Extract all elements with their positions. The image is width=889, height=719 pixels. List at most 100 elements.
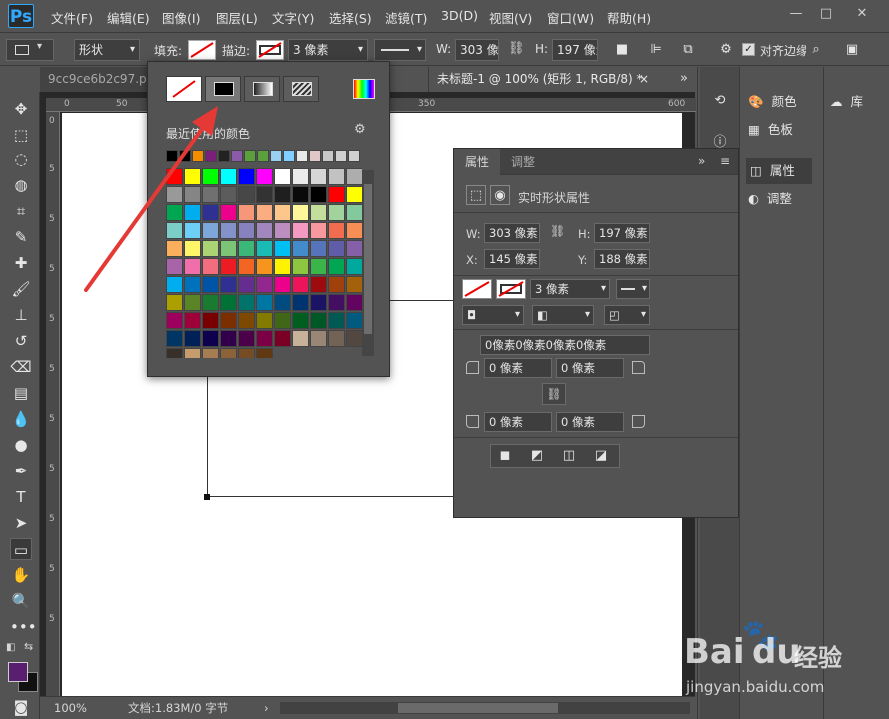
menu-file[interactable]: 文件(F) bbox=[51, 8, 93, 27]
stroke-style-select[interactable]: ▾ bbox=[616, 279, 650, 299]
shape-width-input[interactable]: 303 像素 bbox=[484, 223, 540, 243]
color-swatch[interactable] bbox=[310, 240, 327, 257]
color-swatch[interactable] bbox=[310, 168, 327, 185]
color-swatch[interactable] bbox=[166, 330, 183, 347]
recent-color-swatch[interactable] bbox=[257, 150, 269, 162]
color-swatch[interactable] bbox=[256, 186, 273, 203]
color-swatch[interactable] bbox=[256, 240, 273, 257]
pen-tool-icon[interactable]: ✒ bbox=[10, 460, 32, 482]
marquee-tool-icon[interactable]: ⬚ bbox=[10, 124, 32, 146]
color-swatch[interactable] bbox=[346, 222, 362, 239]
color-swatch[interactable] bbox=[238, 168, 255, 185]
shape-stroke-width-input[interactable]: 3 像素 ▾ bbox=[530, 279, 610, 299]
shape-fill-swatch[interactable] bbox=[462, 279, 492, 299]
recent-color-swatch[interactable] bbox=[296, 150, 308, 162]
color-swatch[interactable] bbox=[292, 330, 309, 347]
recent-color-swatch[interactable] bbox=[309, 150, 321, 162]
color-swatch[interactable] bbox=[346, 204, 362, 221]
color-swatch[interactable] bbox=[328, 222, 345, 239]
color-swatch[interactable] bbox=[238, 186, 255, 203]
color-swatch[interactable] bbox=[328, 258, 345, 275]
recent-color-swatch[interactable] bbox=[348, 150, 360, 162]
all-corners-radius-input[interactable]: 0像素0像素0像素0像素 bbox=[480, 335, 650, 355]
path-operations-icon[interactable]: ■ bbox=[612, 40, 632, 60]
color-swatch[interactable] bbox=[328, 204, 345, 221]
color-swatch[interactable] bbox=[166, 312, 183, 329]
color-swatch[interactable] bbox=[328, 330, 345, 347]
more-tools-icon[interactable]: ••• bbox=[10, 616, 37, 638]
fill-swatch[interactable] bbox=[188, 40, 216, 60]
history-brush-tool-icon[interactable]: ↺ bbox=[10, 330, 32, 352]
menu-type[interactable]: 文字(Y) bbox=[272, 8, 314, 27]
tab-overflow-icon[interactable]: » bbox=[680, 71, 688, 86]
color-swatch[interactable] bbox=[256, 330, 273, 347]
color-swatch[interactable] bbox=[310, 294, 327, 311]
properties-panel-tab[interactable]: ◫ 属性 bbox=[746, 158, 812, 184]
color-swatch[interactable] bbox=[292, 276, 309, 293]
solid-color-button[interactable] bbox=[205, 76, 241, 102]
color-swatch[interactable] bbox=[346, 240, 362, 257]
menu-filter[interactable]: 滤镜(T) bbox=[385, 8, 427, 27]
color-swatch[interactable] bbox=[238, 276, 255, 293]
healing-brush-tool-icon[interactable]: ✚ bbox=[10, 252, 32, 274]
color-swatch[interactable] bbox=[292, 204, 309, 221]
shape-x-input[interactable]: 145 像素 bbox=[484, 249, 540, 269]
color-swatch[interactable] bbox=[274, 240, 291, 257]
color-swatch[interactable] bbox=[274, 168, 291, 185]
color-swatch[interactable] bbox=[274, 312, 291, 329]
color-swatch[interactable] bbox=[346, 258, 362, 275]
dodge-tool-icon[interactable]: ● bbox=[10, 434, 32, 456]
color-swatch[interactable] bbox=[256, 204, 273, 221]
color-swatch[interactable] bbox=[328, 276, 345, 293]
tab-adjustments[interactable]: 调整 bbox=[500, 149, 546, 175]
blur-tool-icon[interactable]: 💧 bbox=[10, 408, 32, 430]
link-icon[interactable]: ⛓ bbox=[550, 224, 565, 238]
color-swatch[interactable] bbox=[220, 348, 237, 358]
color-swatch[interactable] bbox=[310, 258, 327, 275]
color-swatch[interactable] bbox=[310, 312, 327, 329]
panel-menu-icon[interactable]: ≡ bbox=[720, 154, 730, 168]
tool-preset-picker[interactable]: ▾ bbox=[6, 39, 54, 61]
eyedropper-tool-icon[interactable]: ✎ bbox=[10, 226, 32, 248]
maximize-button[interactable]: □ bbox=[816, 6, 836, 24]
color-swatch[interactable] bbox=[274, 186, 291, 203]
color-swatch[interactable] bbox=[238, 312, 255, 329]
color-swatch[interactable] bbox=[274, 294, 291, 311]
menu-image[interactable]: 图像(I) bbox=[162, 8, 200, 27]
color-swatch[interactable] bbox=[238, 330, 255, 347]
menu-window[interactable]: 窗口(W) bbox=[547, 8, 594, 27]
color-swatch[interactable] bbox=[256, 294, 273, 311]
intersect-shapes-icon[interactable]: ◫ bbox=[559, 446, 579, 466]
path-select-tool-icon[interactable]: ➤ bbox=[10, 512, 32, 534]
quick-mask-icon[interactable]: ◙ bbox=[10, 696, 32, 718]
color-swatch[interactable] bbox=[328, 294, 345, 311]
stroke-width-input[interactable]: 3 像素 ▾ bbox=[288, 39, 368, 61]
default-colors-icon[interactable]: ◧ bbox=[6, 642, 15, 653]
color-swatch[interactable] bbox=[292, 186, 309, 203]
color-swatch[interactable] bbox=[202, 348, 219, 358]
color-swatch[interactable] bbox=[292, 240, 309, 257]
status-menu-icon[interactable]: › bbox=[264, 697, 269, 719]
color-swatch[interactable] bbox=[274, 258, 291, 275]
color-swatch[interactable] bbox=[346, 168, 362, 185]
color-swatch[interactable] bbox=[328, 168, 345, 185]
crop-tool-icon[interactable]: ⌗ bbox=[10, 200, 32, 222]
tab-psd-document[interactable]: 9cc9ce6b2c97.psd bbox=[40, 67, 148, 92]
color-swatch[interactable] bbox=[310, 276, 327, 293]
workspace-icon[interactable]: ▣ bbox=[842, 40, 862, 60]
color-swatch[interactable] bbox=[202, 330, 219, 347]
color-swatch[interactable] bbox=[166, 348, 183, 358]
color-swatch[interactable] bbox=[310, 222, 327, 239]
tab-properties[interactable]: 属性 bbox=[454, 149, 500, 175]
menu-edit[interactable]: 编辑(E) bbox=[107, 8, 150, 27]
minimize-button[interactable]: — bbox=[786, 6, 806, 24]
corner-top-right-input[interactable]: 0 像素 bbox=[556, 358, 624, 378]
color-swatch[interactable] bbox=[238, 258, 255, 275]
menu-help[interactable]: 帮助(H) bbox=[607, 8, 651, 27]
lasso-tool-icon[interactable]: ◌ bbox=[10, 148, 32, 170]
color-swatch[interactable] bbox=[346, 276, 362, 293]
color-picker-button[interactable] bbox=[353, 79, 375, 99]
color-swatch[interactable] bbox=[292, 168, 309, 185]
path-arrangement-icon[interactable]: ⧉ bbox=[678, 40, 698, 60]
menu-view[interactable]: 视图(V) bbox=[489, 8, 532, 27]
